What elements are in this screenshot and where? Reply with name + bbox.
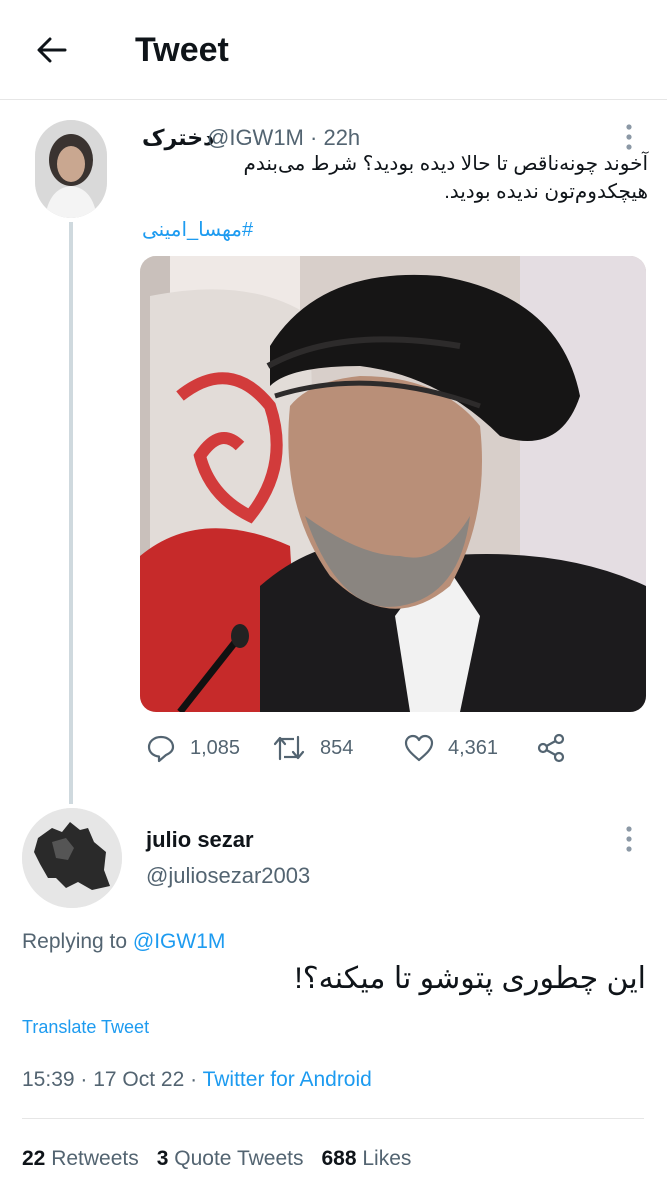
profile-photo <box>35 120 107 218</box>
retweets-total: 22 <box>22 1147 46 1170</box>
tweet-text-line: هیچکدوم‌تون ندیده بودید. <box>444 181 648 203</box>
retweets-label: Retweets <box>51 1147 139 1170</box>
thread-connector <box>69 222 73 804</box>
media-image <box>140 256 646 712</box>
translate-tweet-link[interactable]: Translate Tweet <box>22 1014 149 1040</box>
more-options-button[interactable] <box>624 824 634 858</box>
page-title: Tweet <box>135 31 229 69</box>
quotes-label: Quote Tweets <box>174 1147 304 1170</box>
back-button[interactable] <box>30 28 74 72</box>
avatar[interactable] <box>22 808 122 908</box>
more-vertical-icon <box>626 826 632 852</box>
author-name[interactable]: julio sezar <box>146 826 254 854</box>
heart-icon <box>404 734 434 762</box>
tweet-actions: 1,085 854 4,361 <box>140 728 646 768</box>
retweets-stat[interactable]: 22 Retweets <box>22 1147 139 1170</box>
divider <box>22 1118 644 1119</box>
author-handle-and-time[interactable]: @IGW1M · 22h <box>207 124 360 152</box>
source-link[interactable]: Twitter for Android <box>203 1068 372 1091</box>
tweet-text-line: آخوند چونه‌ناقص تا حالا دیده بودید؟ شرط … <box>243 153 648 175</box>
reply-action[interactable]: 1,085 <box>146 728 240 768</box>
hashtag-link[interactable]: #مهسا_امینی <box>142 216 253 244</box>
reply-icon <box>147 735 175 763</box>
tweet-text: آخوند چونه‌ناقص تا حالا دیده بودید؟ شرط … <box>130 150 648 206</box>
mention-link[interactable]: @IGW1M <box>133 930 225 953</box>
arrow-left-icon <box>37 37 67 63</box>
engagement-stats: 22 Retweets 3 Quote Tweets 688 Likes <box>22 1144 411 1174</box>
author-handle: @IGW1M <box>207 125 304 150</box>
tweet-text: این چطوری پتوشو تا میکنه؟! <box>294 962 646 995</box>
share-action[interactable] <box>536 728 566 768</box>
share-icon <box>537 733 565 763</box>
top-bar: Tweet <box>0 0 667 100</box>
tweet-time: 15:39 <box>22 1068 75 1091</box>
tweet-timestamp: 15:39 · 17 Oct 22 · Twitter for Android <box>22 1068 372 1091</box>
retweet-count: 854 <box>320 736 354 759</box>
replying-to-line: Replying to @IGW1M <box>22 928 225 956</box>
avatar[interactable] <box>35 120 107 218</box>
likes-stat[interactable]: 688 Likes <box>321 1147 411 1170</box>
like-action[interactable]: 4,361 <box>404 728 498 768</box>
author-handle[interactable]: @juliosezar2003 <box>146 862 310 890</box>
profile-photo <box>22 808 122 908</box>
retweet-icon <box>273 735 305 761</box>
tweet-date: 17 Oct 22 <box>93 1068 185 1091</box>
like-count: 4,361 <box>448 736 499 759</box>
likes-label: Likes <box>362 1147 412 1170</box>
tweet-age: 22h <box>323 125 361 150</box>
quotes-stat[interactable]: 3 Quote Tweets <box>157 1147 304 1170</box>
replying-prefix: Replying to <box>22 930 128 953</box>
quotes-total: 3 <box>156 1147 169 1170</box>
author-name[interactable]: دخترک <box>142 124 214 152</box>
likes-total: 688 <box>321 1147 357 1170</box>
tweet-photo[interactable] <box>140 256 646 712</box>
retweet-action[interactable]: 854 <box>272 728 353 768</box>
reply-count: 1,085 <box>190 736 241 759</box>
